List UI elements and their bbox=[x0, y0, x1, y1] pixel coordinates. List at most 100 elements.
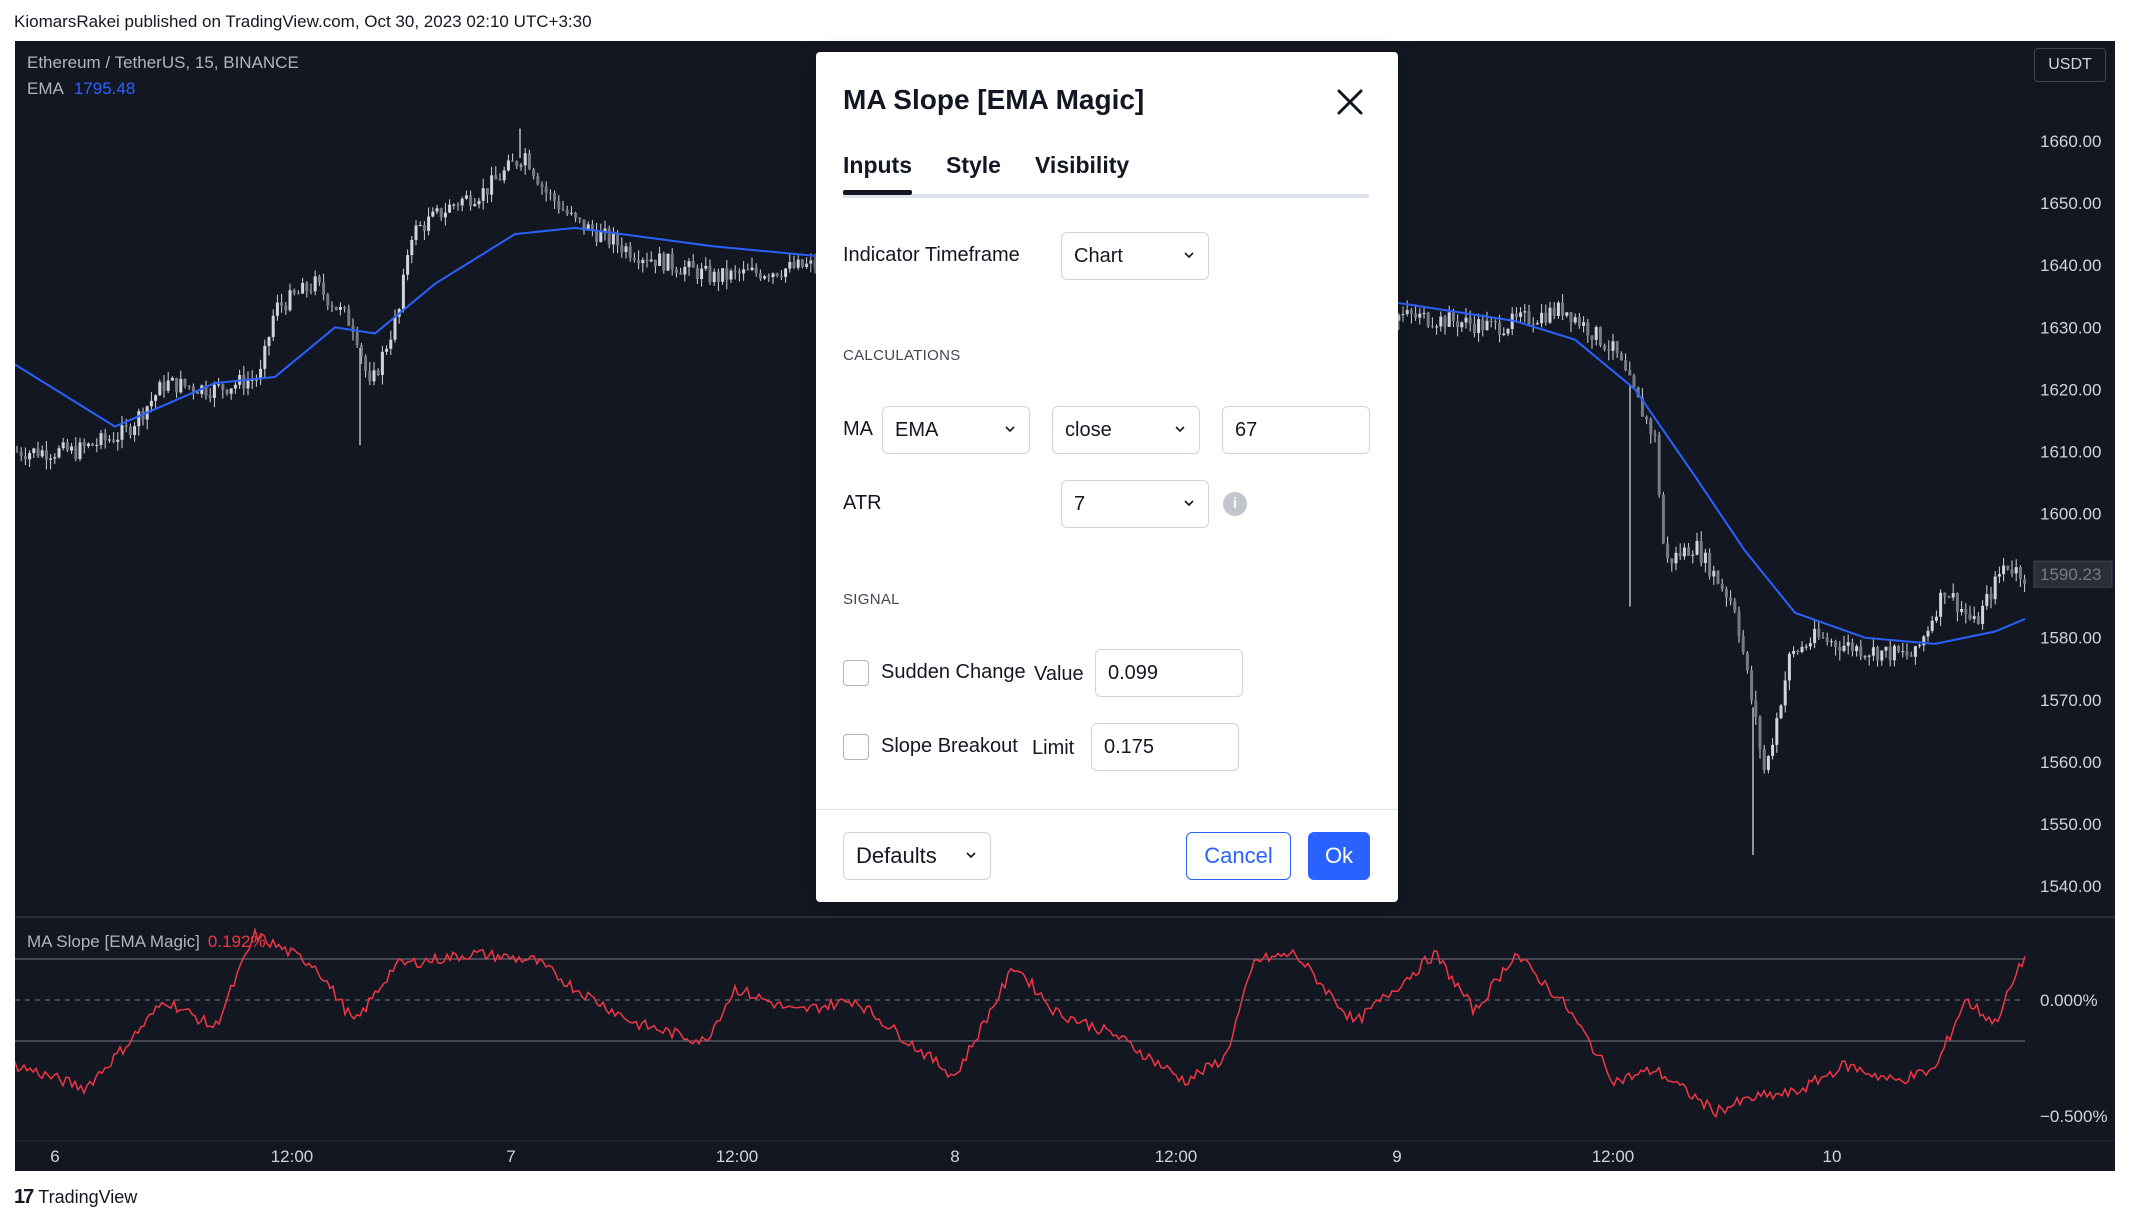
price-tick-label: 1590.23 bbox=[2040, 565, 2101, 584]
candle-body bbox=[1464, 317, 1468, 323]
candle-body bbox=[338, 306, 342, 310]
slope-breakout-checkbox[interactable] bbox=[843, 734, 869, 760]
footer-brand[interactable]: 17 TradingView bbox=[14, 1186, 137, 1209]
candle-body bbox=[2006, 565, 2010, 570]
tab-visibility[interactable]: Visibility bbox=[1035, 152, 1129, 179]
candle-body bbox=[1737, 611, 1741, 637]
candle-body bbox=[729, 270, 733, 280]
candle-body bbox=[28, 453, 32, 460]
oscillator-line bbox=[15, 927, 2026, 1119]
candle-body bbox=[120, 425, 124, 440]
candle-body bbox=[683, 267, 687, 275]
candle-body bbox=[758, 273, 762, 279]
candle-body bbox=[1733, 601, 1737, 612]
candle-body bbox=[347, 308, 351, 326]
candle-body bbox=[687, 261, 691, 268]
candle-body bbox=[637, 260, 641, 264]
candle-body bbox=[1792, 650, 1796, 654]
candle-body bbox=[380, 351, 384, 375]
candle-body bbox=[649, 259, 653, 262]
candle-body bbox=[372, 370, 376, 382]
price-tick-label: 1570.00 bbox=[2040, 691, 2101, 710]
candle-body bbox=[1619, 353, 1623, 361]
published-line: KiomarsRakei published on TradingView.co… bbox=[14, 12, 592, 31]
candle-body bbox=[406, 255, 410, 275]
candle-body bbox=[674, 269, 678, 273]
chevron-down-icon bbox=[1175, 426, 1185, 433]
candle-body bbox=[410, 239, 414, 256]
candle-body bbox=[1695, 540, 1699, 555]
candle-body bbox=[805, 263, 809, 268]
oscillator-label: MA Slope [EMA Magic] bbox=[27, 932, 200, 951]
candle-body bbox=[494, 175, 498, 180]
candle-body bbox=[355, 332, 359, 346]
candle-body bbox=[1603, 345, 1607, 350]
candle-body bbox=[263, 345, 267, 369]
slope-breakout-limit-input[interactable]: 0.175 bbox=[1091, 723, 1239, 771]
dialog-divider bbox=[816, 809, 1398, 810]
price-tick-label: 1560.00 bbox=[2040, 753, 2101, 772]
candle-body bbox=[1947, 596, 1951, 598]
sudden-change-value-input[interactable]: 0.099 bbox=[1095, 649, 1243, 697]
candle-body bbox=[1779, 705, 1783, 719]
candle-body bbox=[187, 385, 191, 387]
candle-body bbox=[2002, 565, 2006, 575]
candle-body bbox=[317, 276, 321, 283]
candle-body bbox=[326, 294, 330, 306]
candle-body bbox=[191, 386, 195, 392]
candle-body bbox=[1976, 616, 1980, 624]
indicator-timeframe-select[interactable]: Chart bbox=[1061, 232, 1209, 280]
candle-body bbox=[2010, 569, 2014, 574]
candle-body bbox=[599, 231, 603, 242]
ma-type-select[interactable]: EMA bbox=[882, 406, 1030, 454]
candle-body bbox=[170, 377, 174, 381]
candle-body bbox=[1918, 645, 1922, 647]
ema-legend: EMA 1795.48 bbox=[27, 79, 135, 99]
currency-button[interactable]: USDT bbox=[2034, 48, 2106, 82]
candle-body bbox=[1519, 312, 1523, 317]
candle-body bbox=[1741, 636, 1745, 653]
defaults-dropdown[interactable]: Defaults bbox=[843, 832, 991, 880]
candle-body bbox=[103, 433, 107, 441]
candle-body bbox=[124, 425, 128, 427]
candle-body bbox=[1951, 593, 1955, 598]
close-icon[interactable] bbox=[1334, 86, 1366, 118]
candle-body bbox=[1712, 570, 1716, 577]
candle-body bbox=[1867, 655, 1871, 657]
candle-body bbox=[322, 282, 326, 295]
candle-body bbox=[301, 282, 305, 294]
sudden-change-checkbox[interactable] bbox=[843, 660, 869, 686]
candle-body bbox=[296, 293, 300, 295]
ma-length-input[interactable]: 67 bbox=[1222, 406, 1370, 454]
candle-body bbox=[473, 204, 477, 206]
candle-body bbox=[49, 458, 53, 460]
candle-body bbox=[65, 442, 69, 451]
ma-source-select[interactable]: close bbox=[1052, 406, 1200, 454]
tab-style[interactable]: Style bbox=[946, 152, 1001, 179]
candle-body bbox=[334, 306, 338, 310]
candle-body bbox=[154, 395, 158, 401]
ok-button[interactable]: Ok bbox=[1308, 832, 1370, 880]
candle-body bbox=[368, 371, 372, 382]
dialog-title: MA Slope [EMA Magic] bbox=[843, 84, 1145, 115]
candle-body bbox=[1825, 637, 1829, 642]
cancel-button[interactable]: Cancel bbox=[1186, 832, 1291, 880]
tab-inputs[interactable]: Inputs bbox=[843, 152, 912, 195]
candle-body bbox=[78, 442, 82, 459]
candle-body bbox=[99, 433, 103, 445]
candle-body bbox=[32, 448, 36, 454]
info-icon[interactable]: i bbox=[1223, 492, 1247, 516]
osc-tick-label: −0.500% bbox=[2040, 1107, 2108, 1126]
time-tick-label: 12:00 bbox=[271, 1147, 314, 1166]
candle-body bbox=[1405, 309, 1409, 314]
candle-body bbox=[305, 282, 309, 291]
candle-body bbox=[1859, 646, 1863, 657]
candle-body bbox=[1615, 341, 1619, 354]
candle-body bbox=[1993, 576, 1997, 600]
candle-body bbox=[1489, 320, 1493, 322]
candle-body bbox=[1897, 645, 1901, 652]
candle-body bbox=[15, 451, 19, 453]
candle-body bbox=[448, 204, 452, 213]
candle-body bbox=[1430, 326, 1434, 328]
atr-select[interactable]: 7 bbox=[1061, 480, 1209, 528]
